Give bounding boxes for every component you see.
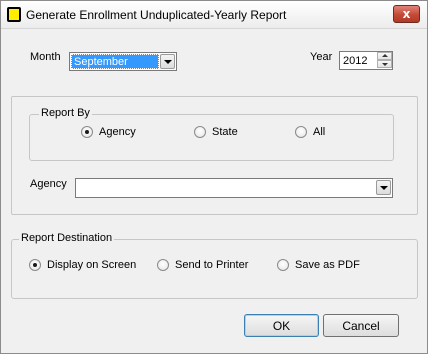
spin-up-icon[interactable] bbox=[377, 52, 392, 60]
year-spinner[interactable]: 2012 bbox=[339, 51, 393, 70]
radio-label: Agency bbox=[99, 126, 136, 138]
radio-display-on-screen[interactable]: Display on Screen bbox=[29, 259, 136, 271]
radio-label: All bbox=[313, 126, 326, 138]
cancel-button[interactable]: Cancel bbox=[323, 314, 399, 337]
radio-indicator bbox=[29, 259, 41, 271]
close-button[interactable]: x bbox=[393, 5, 420, 23]
radio-label: State bbox=[212, 126, 238, 138]
radio-label: Display on Screen bbox=[47, 259, 137, 271]
window-title: Generate Enrollment Unduplicated-Yearly … bbox=[26, 8, 287, 22]
radio-report-by-state[interactable]: State bbox=[194, 126, 238, 138]
radio-indicator bbox=[295, 126, 307, 138]
month-value: September bbox=[71, 54, 159, 69]
radio-indicator bbox=[194, 126, 206, 138]
report-dialog: Generate Enrollment Unduplicated-Yearly … bbox=[0, 0, 428, 354]
radio-indicator bbox=[277, 259, 289, 271]
spin-down-icon[interactable] bbox=[377, 60, 392, 68]
radio-indicator bbox=[157, 259, 169, 271]
year-label: Year bbox=[310, 51, 333, 63]
chevron-down-icon[interactable] bbox=[160, 54, 175, 69]
ok-button[interactable]: OK bbox=[244, 314, 319, 337]
close-icon: x bbox=[402, 7, 411, 21]
agency-label: Agency bbox=[30, 178, 67, 190]
title-bar[interactable]: Generate Enrollment Unduplicated-Yearly … bbox=[1, 1, 427, 29]
radio-save-as-pdf[interactable]: Save as PDF bbox=[277, 259, 360, 271]
month-select[interactable]: September bbox=[69, 52, 177, 71]
chevron-down-icon[interactable] bbox=[376, 180, 391, 195]
radio-send-to-printer[interactable]: Send to Printer bbox=[157, 259, 248, 271]
month-label: Month bbox=[30, 51, 61, 63]
radio-label: Save as PDF bbox=[295, 259, 360, 271]
radio-indicator bbox=[81, 126, 93, 138]
radio-label: Send to Printer bbox=[175, 259, 249, 271]
app-icon bbox=[7, 7, 21, 22]
radio-report-by-all[interactable]: All bbox=[295, 126, 325, 138]
year-value: 2012 bbox=[343, 55, 368, 67]
radio-report-by-agency[interactable]: Agency bbox=[81, 126, 136, 138]
spin-buttons bbox=[377, 52, 392, 69]
report-by-legend: Report By bbox=[39, 107, 92, 119]
report-destination-legend: Report Destination bbox=[19, 232, 115, 244]
agency-select[interactable] bbox=[75, 178, 393, 198]
